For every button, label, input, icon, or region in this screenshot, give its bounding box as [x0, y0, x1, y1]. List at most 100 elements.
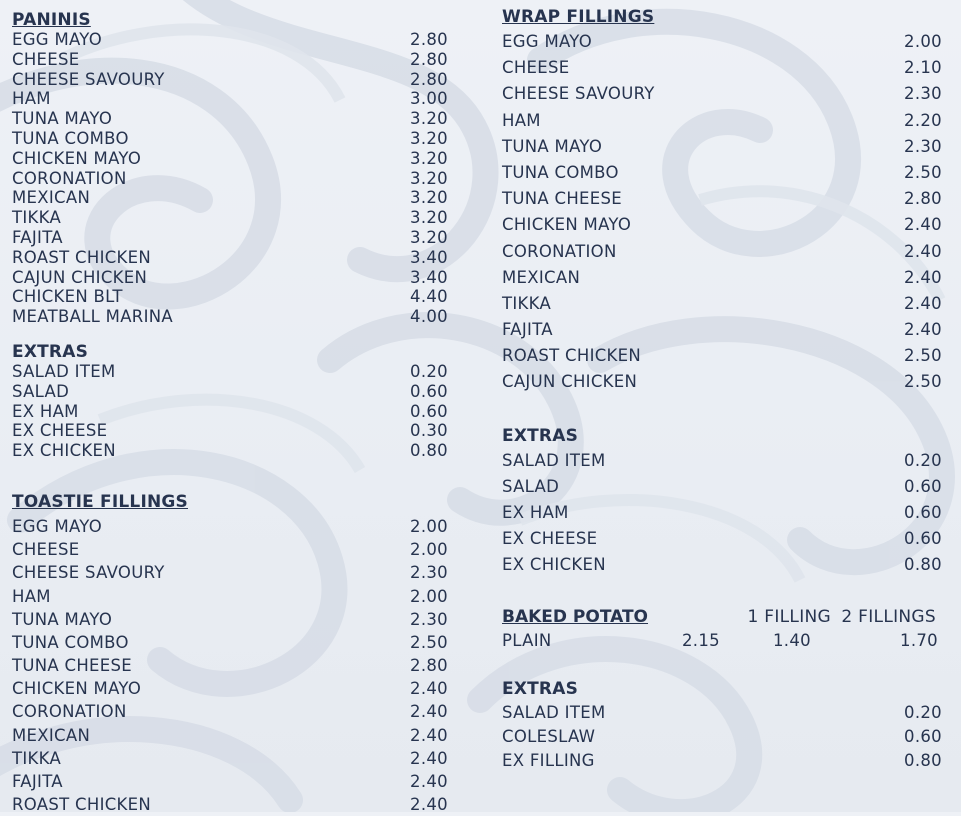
item-price: 2.40 — [410, 702, 448, 722]
wrap-list: EGG MAYO 2.00 CHEESE 2.10 CHEESE SAVOURY 2.30… — [502, 29, 942, 396]
item-name: EX CHICKEN — [502, 555, 606, 575]
menu-item-row: TUNA CHEESE 2.80 — [12, 654, 448, 677]
item-name: TIKKA — [12, 208, 62, 228]
item-price: 0.20 — [410, 361, 448, 381]
item-name: TUNA MAYO — [12, 609, 113, 629]
item-price: 2.50 — [410, 632, 448, 652]
item-price: 3.20 — [410, 148, 448, 168]
item-name: CHICKEN MAYO — [502, 215, 632, 235]
menu-item-row: MEXICAN 2.40 — [12, 724, 448, 747]
item-price: 3.40 — [410, 267, 448, 287]
item-price: 2.40 — [410, 772, 448, 791]
item-price: 2.00 — [410, 586, 448, 606]
item-name: CORONATION — [12, 702, 127, 722]
item-price: 0.80 — [904, 750, 942, 770]
item-price: 2.30 — [904, 136, 942, 156]
menu-item-row: CHEESE SAVOURY 2.30 — [502, 81, 942, 107]
item-price: 2.40 — [410, 795, 448, 815]
right-column: WRAP FILLINGS EGG MAYO 2.00 CHEESE 2.10 CHEE… — [502, 0, 942, 773]
menu-item-row: CAJUN CHICKEN 3.40 — [12, 268, 448, 288]
item-name: CAJUN CHICKEN — [502, 372, 638, 392]
item-price: 2.10 — [904, 58, 942, 78]
menu-item-row: CORONATION 2.40 — [502, 239, 942, 265]
menu-item-row: SALAD ITEM 0.20 — [12, 362, 448, 382]
item-price: 0.60 — [904, 503, 942, 522]
item-name: CHEESE — [502, 58, 570, 78]
item-price: 4.40 — [410, 287, 448, 307]
item-name: HAM — [12, 586, 51, 606]
item-name: SALAD — [12, 381, 70, 401]
item-name: TUNA CHEESE — [12, 656, 133, 676]
item-price: 2.40 — [410, 725, 448, 745]
item-price: 4.00 — [410, 307, 448, 327]
menu-item-row: TUNA COMBO 2.50 — [502, 160, 942, 186]
menu-item-row: TIKKA 2.40 — [502, 291, 942, 317]
menu-item-row: FAJITA 2.40 — [12, 770, 448, 793]
item-price: 0.80 — [410, 441, 448, 461]
menu-item-row: EX HAM 0.60 — [12, 402, 448, 422]
item-name: TUNA MAYO — [502, 136, 603, 156]
item-price: 3.20 — [410, 227, 448, 247]
toastie-heading: TOASTIE FILLINGS — [12, 491, 188, 512]
panini-extras-list: SALAD ITEM 0.20 SALAD 0.60 EX HAM 0.60 EX CHEE… — [12, 362, 448, 461]
item-name: CHICKEN BLT — [12, 287, 123, 307]
menu-item-row: TUNA COMBO 3.20 — [12, 129, 448, 149]
wrap-extras-section: EXTRAS SALAD ITEM 0.20 SALAD 0.60 EX HAM 0.60… — [502, 424, 942, 579]
item-name: EGG MAYO — [12, 30, 103, 49]
item-name: CHEESE SAVOURY — [502, 84, 655, 104]
item-name: TUNA MAYO — [12, 109, 113, 129]
menu-item-row: SALAD 0.60 — [12, 382, 448, 402]
item-price: 2.80 — [410, 30, 448, 49]
menu-item-row: SALAD ITEM 0.20 — [502, 701, 942, 725]
item-name: EX FILLING — [502, 750, 595, 770]
item-name: FAJITA — [502, 320, 553, 340]
item-name: ROAST CHICKEN — [12, 795, 152, 815]
menu-item-row: FAJITA 3.20 — [12, 228, 448, 248]
item-name: TIKKA — [502, 293, 552, 313]
item-name: FAJITA — [12, 772, 63, 791]
item-price: 3.40 — [410, 247, 448, 267]
item-name: FAJITA — [12, 227, 63, 247]
item-name: CORONATION — [12, 168, 127, 188]
potato-extras-section: EXTRAS SALAD ITEM 0.20 COLESLAW 0.60 EX FILL… — [502, 677, 942, 773]
baked-potato-section: BAKED POTATO 1 FILLING 2 FILLINGS PLAIN … — [502, 605, 942, 653]
paninis-list: EGG MAYO 2.80 CHEESE 2.80 CHEESE SAVOURY 2.80… — [12, 30, 448, 327]
menu-item-row: CHICKEN MAYO 3.20 — [12, 149, 448, 169]
menu-item-row: EX CHEESE 0.30 — [12, 421, 448, 441]
item-price: 0.60 — [904, 529, 942, 549]
menu-item-row: CHEESE 2.10 — [502, 55, 942, 81]
item-name: CHICKEN MAYO — [12, 148, 142, 168]
menu-item-row: CHEESE 2.80 — [12, 50, 448, 70]
item-name: MEXICAN — [12, 725, 91, 745]
item-price: 2.00 — [410, 516, 448, 536]
menu-item-row: CHICKEN BLT 4.40 — [12, 287, 448, 307]
item-name: EX CHEESE — [502, 529, 598, 549]
item-name: CHEESE — [12, 49, 80, 69]
item-price: 2.30 — [410, 609, 448, 629]
item-price: 2.80 — [410, 49, 448, 69]
item-price: 2.00 — [410, 540, 448, 560]
menu-item-row: EGG MAYO 2.80 — [12, 30, 448, 50]
item-name: CAJUN CHICKEN — [12, 267, 148, 287]
item-price: 2.80 — [410, 656, 448, 676]
item-name: EX CHEESE — [12, 421, 108, 441]
left-column: PANINIS EGG MAYO 2.80 CHEESE 2.80 CHEESE SAV… — [12, 0, 448, 816]
menu-item-row: TIKKA 2.40 — [12, 747, 448, 770]
menu-item-row: EX FILLING 0.80 — [502, 749, 942, 773]
menu-item-row: ROAST CHICKEN 3.40 — [12, 248, 448, 268]
menu-item-row: TUNA CHEESE 2.80 — [502, 186, 942, 212]
item-price: 2.40 — [410, 748, 448, 768]
item-price: 0.20 — [904, 702, 942, 722]
item-price: 2.50 — [904, 162, 942, 182]
menu-item-row: EGG MAYO 2.00 — [502, 29, 942, 55]
item-price: 2.80 — [410, 69, 448, 89]
menu-item-row: HAM 3.00 — [12, 89, 448, 109]
item-name: MEXICAN — [502, 267, 581, 287]
plain-potato-row: PLAIN 2.15 1.40 1.70 — [502, 629, 942, 653]
item-price: 0.20 — [904, 450, 942, 470]
item-name: COLESLAW — [502, 726, 596, 746]
item-name: TUNA COMBO — [12, 632, 129, 652]
item-price: 2.00 — [904, 32, 942, 51]
menu-item-row: EX CHICKEN 0.80 — [502, 552, 942, 578]
item-price: 2.40 — [904, 241, 942, 261]
